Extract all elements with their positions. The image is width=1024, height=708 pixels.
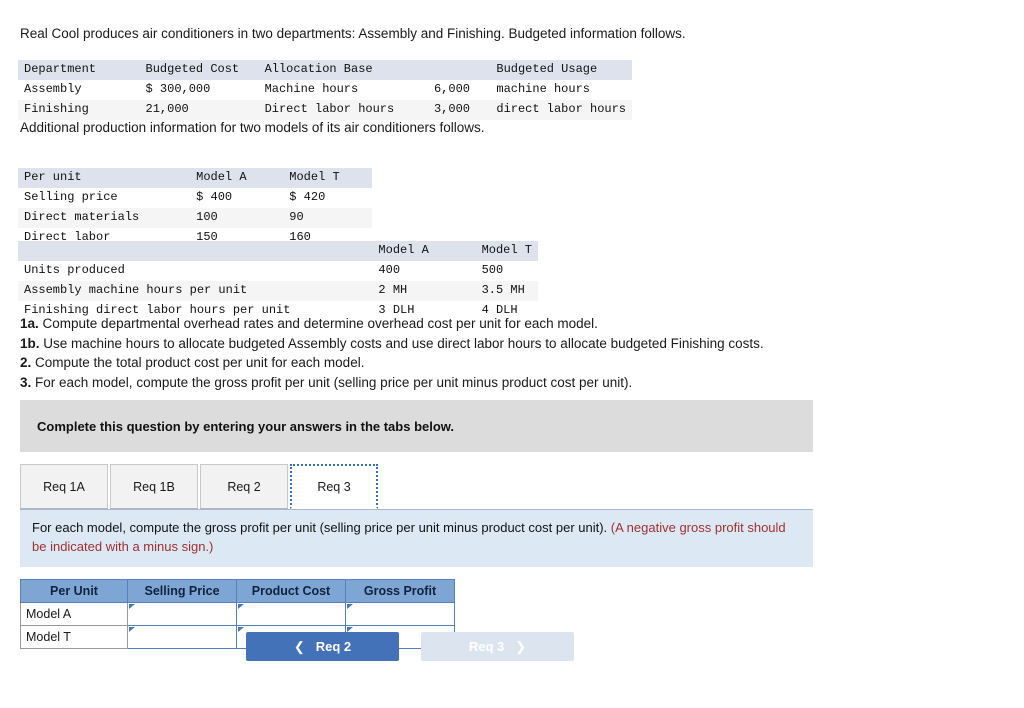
cell-allocation-base: Machine hours bbox=[264, 82, 359, 97]
col-model-a: Model A bbox=[196, 170, 247, 184]
cell-budgeted-cost: $ 300,000 bbox=[145, 82, 211, 97]
col-budgeted-usage: Budgeted Usage bbox=[496, 62, 598, 76]
col-per-unit: Per Unit bbox=[20, 578, 128, 603]
col-usage-amount bbox=[428, 60, 490, 80]
cell-model-a-product-cost[interactable] bbox=[236, 601, 346, 626]
tab-label: Req 2 bbox=[227, 479, 261, 494]
tab-label: Req 1A bbox=[43, 479, 85, 494]
tab-label: Req 3 bbox=[317, 479, 351, 494]
tab-bar: Req 1A Req 1B Req 2 Req 3 bbox=[20, 462, 813, 510]
cell-label: Selling price bbox=[24, 190, 118, 205]
per-unit-cost-table: Per unit Model A Model T Selling price $… bbox=[18, 168, 372, 248]
cell-label: Assembly machine hours per unit bbox=[24, 283, 248, 298]
requirement-number: 1b. bbox=[20, 335, 40, 351]
tab-label: Req 1B bbox=[133, 479, 175, 494]
requirement-item-1b: 1b. Use machine hours to allocate budget… bbox=[20, 334, 880, 354]
intro-paragraph-2: Additional production information for tw… bbox=[20, 120, 485, 135]
cell-label: Direct materials bbox=[24, 210, 140, 225]
table-row: Direct materials 100 90 bbox=[18, 208, 372, 229]
cell-department: Assembly bbox=[24, 82, 82, 97]
prev-req-label: Req 2 bbox=[315, 639, 352, 654]
col-model-a: Model A bbox=[378, 243, 429, 257]
requirement-item-1a: 1a. Compute departmental overhead rates … bbox=[20, 314, 880, 334]
requirement-number: 1a. bbox=[20, 316, 39, 331]
cell-model-t: 500 bbox=[481, 263, 504, 278]
cell-model-a: 400 bbox=[378, 263, 401, 278]
cell-department: Finishing bbox=[24, 102, 89, 117]
chevron-right-icon: ❯ bbox=[515, 638, 527, 654]
cell-usage-unit: direct labor hours bbox=[496, 102, 626, 117]
requirement-number: 2. bbox=[20, 355, 32, 371]
requirement-text: Compute the total product cost per unit … bbox=[31, 355, 365, 371]
instruction-main-text: For each model, compute the gross profit… bbox=[32, 520, 611, 535]
chevron-left-icon: ❮ bbox=[293, 638, 305, 654]
cell-model-a-gross-profit[interactable] bbox=[345, 601, 455, 626]
col-product-cost: Product Cost bbox=[236, 578, 346, 603]
answer-header-row: Per Unit Selling Price Product Cost Gros… bbox=[20, 578, 455, 603]
cell-model-a: $ 400 bbox=[196, 190, 233, 205]
production-info-table: Model A Model T Units produced 400 500 A… bbox=[18, 241, 538, 321]
tab-req-3[interactable]: Req 3 bbox=[290, 464, 378, 509]
intro-paragraph-1: Real Cool produces air conditioners in t… bbox=[20, 26, 686, 41]
input-model-a-selling-price[interactable] bbox=[128, 602, 236, 625]
cell-model-a: 100 bbox=[196, 210, 218, 225]
col-model-t: Model T bbox=[481, 243, 532, 257]
col-selling-price: Selling Price bbox=[127, 578, 237, 603]
input-model-t-selling-price[interactable] bbox=[128, 625, 236, 648]
cell-usage-amount: 3,000 bbox=[433, 102, 470, 117]
cell-allocation-base: Direct labor hours bbox=[264, 102, 395, 117]
input-model-a-gross-profit[interactable] bbox=[346, 602, 454, 625]
table-row: Model A bbox=[20, 601, 455, 626]
cell-model-t: 90 bbox=[289, 210, 304, 225]
requirement-text: For each model, compute the gross profit… bbox=[31, 374, 633, 390]
table-header-row: Model A Model T bbox=[18, 241, 538, 262]
tab-req-2[interactable]: Req 2 bbox=[200, 464, 288, 509]
row-label-model-a: Model A bbox=[20, 601, 128, 626]
instruction-banner: Complete this question by entering your … bbox=[20, 400, 813, 452]
department-budget-table: Department Budgeted Cost Allocation Base… bbox=[18, 60, 632, 121]
requirement-number: 3. bbox=[20, 374, 32, 390]
requirement-item-2: 2. Compute the total product cost per un… bbox=[20, 353, 880, 373]
cell-model-t: $ 420 bbox=[289, 190, 326, 205]
requirement-instruction-panel: For each model, compute the gross profit… bbox=[20, 510, 813, 567]
table-header-row: Per unit Model A Model T bbox=[18, 168, 372, 189]
row-label-model-t: Model T bbox=[20, 624, 128, 649]
cell-model-a: 2 MH bbox=[378, 283, 408, 298]
tab-req-1a[interactable]: Req 1A bbox=[20, 464, 108, 509]
next-req-button: Req 3 ❯ bbox=[421, 632, 574, 661]
table-row: Assembly $ 300,000 Machine hours 6,000 m… bbox=[18, 80, 632, 100]
cell-label: Units produced bbox=[24, 263, 125, 278]
table-row: Assembly machine hours per unit 2 MH 3.5… bbox=[18, 281, 538, 302]
cell-model-t: 3.5 MH bbox=[481, 283, 525, 298]
table-header-row: Department Budgeted Cost Allocation Base… bbox=[18, 60, 632, 81]
col-model-t: Model T bbox=[289, 170, 340, 184]
table-row: Finishing 21,000 Direct labor hours 3,00… bbox=[18, 100, 632, 121]
prev-req-button[interactable]: ❮ Req 2 bbox=[246, 632, 399, 661]
requirement-text: Compute departmental overhead rates and … bbox=[38, 316, 598, 331]
input-model-a-product-cost[interactable] bbox=[237, 602, 345, 625]
tab-req-1b[interactable]: Req 1B bbox=[110, 464, 198, 509]
col-blank bbox=[18, 241, 372, 261]
col-allocation-base: Allocation Base bbox=[264, 62, 373, 76]
col-budgeted-cost: Budgeted Cost bbox=[145, 62, 240, 76]
requirements-list: 1a. Compute departmental overhead rates … bbox=[20, 314, 880, 392]
col-department: Department bbox=[24, 62, 97, 76]
table-row: Units produced 400 500 bbox=[18, 261, 538, 281]
col-per-unit: Per unit bbox=[24, 170, 82, 184]
col-gross-profit: Gross Profit bbox=[345, 578, 455, 603]
cell-budgeted-cost: 21,000 bbox=[145, 102, 189, 117]
cell-model-a-selling-price[interactable] bbox=[127, 601, 237, 626]
table-row: Selling price $ 400 $ 420 bbox=[18, 188, 372, 208]
cell-model-t-selling-price[interactable] bbox=[127, 624, 237, 649]
cell-usage-amount: 6,000 bbox=[433, 82, 470, 97]
cell-usage-unit: machine hours bbox=[496, 82, 590, 97]
answer-widget: Complete this question by entering your … bbox=[20, 400, 813, 649]
requirement-text: Use machine hours to allocate budgeted A… bbox=[39, 335, 764, 351]
requirement-item-3: 3. For each model, compute the gross pro… bbox=[20, 373, 880, 393]
tab-navigation: ❮ Req 2 Req 3 ❯ bbox=[246, 632, 574, 661]
next-req-label: Req 3 bbox=[468, 639, 505, 654]
